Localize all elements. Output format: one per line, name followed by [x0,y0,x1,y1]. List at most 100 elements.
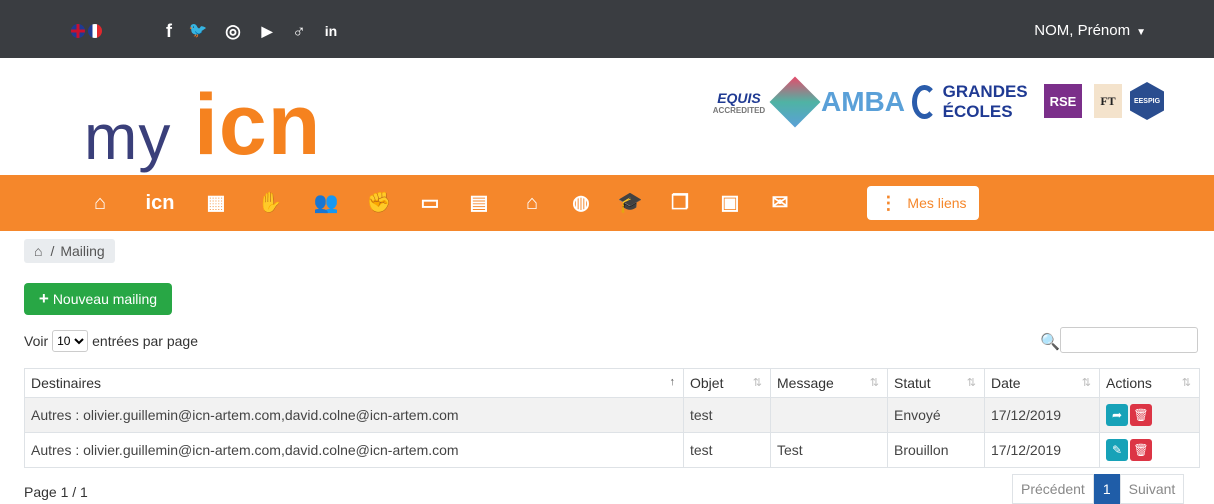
sort-icon: ⇅ [869,377,879,389]
ge-g-icon [912,85,937,119]
fr-flag-icon[interactable] [88,24,102,38]
user-name: NOM, Prénom [1034,22,1131,39]
new-mailing-button[interactable]: + Nouveau mailing [24,283,172,315]
eespig-logo: EESPIG [1130,82,1164,120]
column-header-destinataires[interactable]: Destinaires ↑ [24,368,684,398]
cell-objet: test [683,397,771,433]
sort-icon: ⇅ [1081,377,1091,389]
equis-text: EQUIS [717,89,761,106]
cell-actions: ➦ 🗑 [1099,397,1200,433]
column-header-objet[interactable]: Objet ⇅ [683,368,771,398]
twitter-icon[interactable]: 🐦 [187,20,209,42]
next-page-button[interactable]: Suivant [1119,474,1185,504]
column-label: Date [991,375,1021,391]
logo-icn: icn [194,77,322,173]
table-header-row: Destinaires ↑ Objet ⇅ Message ⇅ Statut ⇅ Dat… [24,368,1200,398]
uk-flag-icon[interactable] [71,24,85,38]
cell-date: 17/12/2019 [984,432,1100,468]
breadcrumb-current: Mailing [60,243,105,259]
page-1-button[interactable]: 1 [1093,474,1120,504]
equis-logo: EQUIS ACCREDITED [706,76,772,128]
logo-my: my [84,101,172,173]
rse-text: RSE [1049,93,1077,109]
cell-message [770,397,888,433]
per-page-label: entrées par page [92,333,198,349]
facebook-icon[interactable]: f [158,20,180,42]
amba-logo: AMBA [769,76,908,128]
viadeo-icon[interactable]: ♂ [288,20,310,42]
cell-message: Test [770,432,888,468]
search-input[interactable] [1060,327,1198,353]
partners-icon[interactable]: ✊ [365,189,393,217]
user-menu[interactable]: NOM, Prénom ▼ [1034,22,1146,39]
sort-icon: ⇅ [966,377,976,389]
edit-button[interactable]: ✎ [1106,439,1128,461]
youtube-icon[interactable]: ▶ [256,20,278,42]
plus-icon: + [38,289,49,308]
page-length-select[interactable]: 10 [52,330,89,352]
page-length-control: Voir 10 entrées par page [24,330,198,352]
column-label: Statut [894,375,931,391]
previous-page-button[interactable]: Précédent [1012,474,1094,504]
handshake-icon[interactable]: ✋ [256,189,284,217]
ge-text: GRANDES ÉCOLES [942,82,1028,121]
contact-card-icon[interactable]: ▣ [716,189,744,217]
home-icon[interactable]: ⌂ [86,189,114,217]
show-label: Voir [24,333,49,349]
rse-logo: RSE [1044,84,1082,118]
sort-icon: ↑ [669,376,676,388]
linkedin-icon[interactable]: in [320,20,342,42]
caret-down-icon: ▼ [1136,27,1146,38]
cell-actions: ✎ 🗑 [1099,432,1200,468]
amba-diamond-icon [769,76,821,128]
icn-nav-link[interactable]: icn [140,189,180,217]
delete-button[interactable]: 🗑 [1130,439,1152,461]
cell-destinataires: Autres : olivier.guillemin@icn-artem.com… [24,397,684,433]
column-header-message[interactable]: Message ⇅ [770,368,888,398]
home-icon[interactable]: ⌂ [34,243,42,259]
top-bar: f 🐦 ◎ ▶ ♂ in NOM, Prénom ▼ [0,0,1214,58]
instagram-icon[interactable]: ◎ [222,20,244,42]
classroom-icon[interactable]: ⌂ [518,189,546,217]
column-label: Message [777,375,834,391]
mailing-table: Destinaires ↑ Objet ⇅ Message ⇅ Statut ⇅ Dat… [24,368,1200,468]
pagination: Précédent 1 Suivant [1012,474,1185,504]
vertical-dots-icon: ⋮ [879,192,898,213]
column-header-date[interactable]: Date ⇅ [984,368,1100,398]
breadcrumb: ⌂ / Mailing [24,239,115,263]
column-label: Actions [1106,375,1152,391]
page-info: Page 1 / 1 [24,484,88,500]
ft-logo: FT [1094,84,1122,118]
sort-icon: ⇅ [752,377,762,389]
eespig-text: EESPIG [1133,97,1161,105]
delete-button[interactable]: 🗑 [1130,404,1152,426]
breadcrumb-separator: / [50,243,55,259]
presentation-icon[interactable]: ▭ [416,189,444,217]
column-header-actions[interactable]: Actions ⇅ [1099,368,1200,398]
mes-liens-label: Mes liens [907,195,967,211]
cell-objet: test [683,432,771,468]
amba-text: AMBA [821,86,905,117]
search-icon: 🔍 [1040,334,1060,351]
main-navbar: ⌂ icn ▦ ✋ 👥 ✊ ▭ ▤ ⌂ ◍ 🎓 ❐ ▣ ✉ [0,175,1214,231]
cell-statut: Brouillon [887,432,985,468]
cell-statut: Envoyé [887,397,985,433]
documents-icon[interactable]: ❐ [666,189,694,217]
cell-destinataires: Autres : olivier.guillemin@icn-artem.com… [24,432,684,468]
cell-date: 17/12/2019 [984,397,1100,433]
column-label: Destinaires [31,375,102,391]
calendar-icon[interactable]: ▤ [465,189,493,217]
envelope-icon[interactable]: ✉ [766,189,794,217]
forward-button[interactable]: ➦ [1106,404,1128,426]
equis-subtext: ACCREDITED [712,105,766,115]
building-icon[interactable]: ▦ [202,189,230,217]
column-header-statut[interactable]: Statut ⇅ [887,368,985,398]
mes-liens-button[interactable]: ⋮ Mes liens [867,186,979,220]
sort-icon: ⇅ [1181,377,1191,389]
users-icon[interactable]: 👥 [312,189,340,217]
graduation-cap-icon[interactable]: 🎓 [616,189,644,217]
table-row: Autres : olivier.guillemin@icn-artem.com… [24,397,1200,433]
globe-icon[interactable]: ◍ [567,189,595,217]
column-label: Objet [690,375,724,391]
table-row: Autres : olivier.guillemin@icn-artem.com… [24,432,1200,468]
